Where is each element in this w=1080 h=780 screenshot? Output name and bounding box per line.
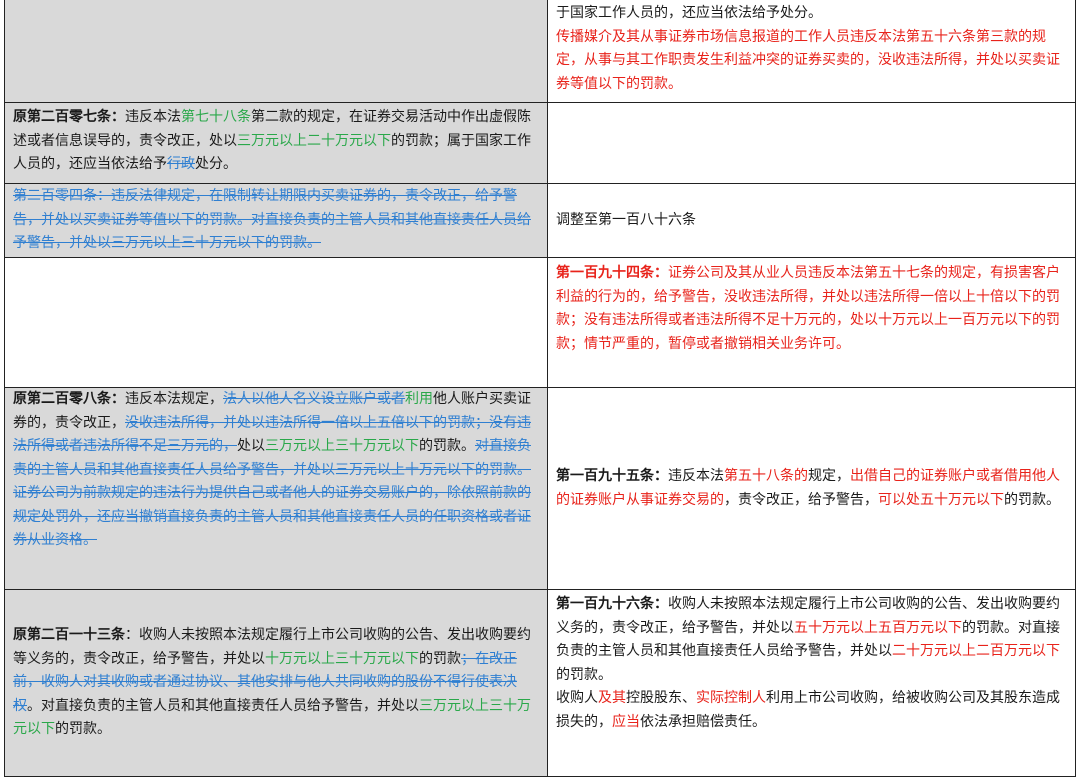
table-row: 第一百九十四条：证券公司及其从业人员违反本法第五十七条的规定，有损害客户利益的行… [4,258,1076,388]
text-run: 第一百九十四条： [556,265,668,281]
table-row: 原第二百一十三条：收购人未按照本法规定履行上市公司收购的公告、发出收购要约等义务… [4,590,1076,777]
text-run: 于国家工作人员的，还应当依法给予处分。 [556,5,822,21]
text-run: 应当 [612,713,640,730]
text-run: 控股股东、 [626,690,696,706]
row-2-old-cell: 原第二百零七条：违反本法第七十八条第二款的规定，在证券交易活动中作出虚假陈述或者… [4,103,548,184]
text-run: 证券公司为前款规定的违法行为提供自己或者他人的证券交易账户的，除依照前款的规定处… [13,485,531,548]
text-run: 收购人 [556,690,598,706]
table-row: 第二百零四条：违反法律规定，在限制转让期限内买卖证券的，责令改正，给予警告，并处… [4,184,1076,258]
text-run: 的罚款。 [556,666,612,683]
table-row: 原第二百零八条：违反本法规定，法人以他人名义设立账户或者利用他人账户买卖证券的，… [4,388,1076,590]
row-3-new-cell: 调整至第一百八十六条 [548,184,1076,258]
text-run: 三万元以上三十万元以下 [265,438,419,454]
cell-text: 原第二百零七条：违反本法第七十八条第二款的规定，在证券交易活动中作出虚假陈述或者… [13,106,539,177]
row-4-new-cell: 第一百九十四条：证券公司及其从业人员违反本法第五十七条的规定，有损害客户利益的行… [548,258,1076,388]
table-row: 于国家工作人员的，还应当依法给予处分。传播媒介及其从事证券市场信息报道的工作人员… [4,0,1076,103]
cell-text: 原第二百零八条：违反本法规定，法人以他人名义设立账户或者利用他人账户买卖证券的，… [13,388,539,553]
text-run: 行政 [167,156,195,172]
text-run: 违反本法规定， [125,391,223,407]
cell-text: 第一百九十六条：收购人未按照本法规定履行上市公司收购的公告、发出收购要约义务的，… [556,593,1067,734]
text-run: 法人以他人名义设立账户或者 [223,391,405,407]
text-run: 实际控制人 [696,690,766,706]
row-4-old-cell [4,258,548,388]
cell-text: 第一百九十四条：证券公司及其从业人员违反本法第五十七条的规定，有损害客户利益的行… [556,262,1067,356]
text-run: 依法承担赔偿责任。 [640,713,766,730]
table-row: 原第二百零七条：违反本法第七十八条第二款的规定，在证券交易活动中作出虚假陈述或者… [4,103,1076,184]
text-run: 及其 [598,690,626,706]
text-run: ，责令改正，给予警告， [724,491,878,508]
text-run: 第二百零四条：违反法律规定，在限制转让期限内买卖证券的，责令改正，给予警告，并处… [13,188,531,251]
cell-text: 于国家工作人员的，还应当依法给予处分。传播媒介及其从事证券市场信息报道的工作人员… [556,2,1067,96]
row-5-old-cell: 原第二百零八条：违反本法规定，法人以他人名义设立账户或者利用他人账户买卖证券的，… [4,388,548,590]
text-run: 利用 [405,391,433,407]
text-run: 二十万元以上二百万元以下 [892,643,1060,659]
text-run: 调整至第一百八十六条 [556,211,696,228]
text-run: 第五十八条的 [724,468,808,484]
text-run: 处分。 [195,156,237,172]
text-run: 。对直接负责的主管人员和其他直接责任人员给予警告，并处以 [27,697,419,714]
row-2-new-cell [548,103,1076,184]
row-6-new-cell: 第一百九十六条：收购人未按照本法规定履行上市公司收购的公告、发出收购要约义务的，… [548,590,1076,777]
cell-text: 第二百零四条：违反法律规定，在限制转让期限内买卖证券的，责令改正，给予警告，并处… [13,185,539,256]
text-run: 传播媒介及其从事证券市场信息报道的工作人员违反本法第五十六条第三款的规定，从事与… [556,28,1060,92]
text-run: 违反本法 [125,109,181,125]
text-run: 第一百九十五条： [556,468,668,484]
cell-text: 第一百九十五条：违反本法第五十八条的规定，出借自己的证券账户或者借用他人的证券账… [556,465,1067,512]
text-run: 的罚款 [419,650,461,667]
text-run: 原第二百一十三条 [13,627,125,644]
text-run: 五十万元以上五百万元以下 [794,619,962,636]
comparison-table: 于国家工作人员的，还应当依法给予处分。传播媒介及其从事证券市场信息报道的工作人员… [4,0,1076,777]
text-run: 规定， [808,468,850,484]
cell-text: 调整至第一百八十六条 [556,209,1067,233]
text-run: 原第二百零七条： [13,109,125,125]
cell-text: 原第二百一十三条：收购人未按照本法规定履行上市公司收购的公告、发出收购要约等义务… [13,624,539,742]
text-run: 可以处五十万元以下 [878,491,1004,508]
text-run: 十万元以上三十万元以下 [265,650,419,667]
text-run: 的罚款。 [419,438,475,454]
row-3-old-cell: 第二百零四条：违反法律规定，在限制转让期限内买卖证券的，责令改正，给予警告，并处… [4,184,548,258]
row-6-old-cell: 原第二百一十三条：收购人未按照本法规定履行上市公司收购的公告、发出收购要约等义务… [4,590,548,777]
text-run: 原第二百零八条： [13,391,125,407]
text-run: 违反本法 [668,468,724,484]
text-run: 第七十八条 [181,109,251,125]
row-1-new-cell: 于国家工作人员的，还应当依法给予处分。传播媒介及其从事证券市场信息报道的工作人员… [548,0,1076,103]
text-run: 的罚款。 [55,721,111,738]
row-5-new-cell: 第一百九十五条：违反本法第五十八条的规定，出借自己的证券账户或者借用他人的证券账… [548,388,1076,590]
text-run: 第一百九十六条： [556,596,668,612]
text-run: 处以 [237,438,265,454]
text-run: 的罚款。 [1004,491,1060,508]
row-1-old-cell [4,0,548,103]
text-run: 三万元以上二十万元以下 [237,132,391,149]
